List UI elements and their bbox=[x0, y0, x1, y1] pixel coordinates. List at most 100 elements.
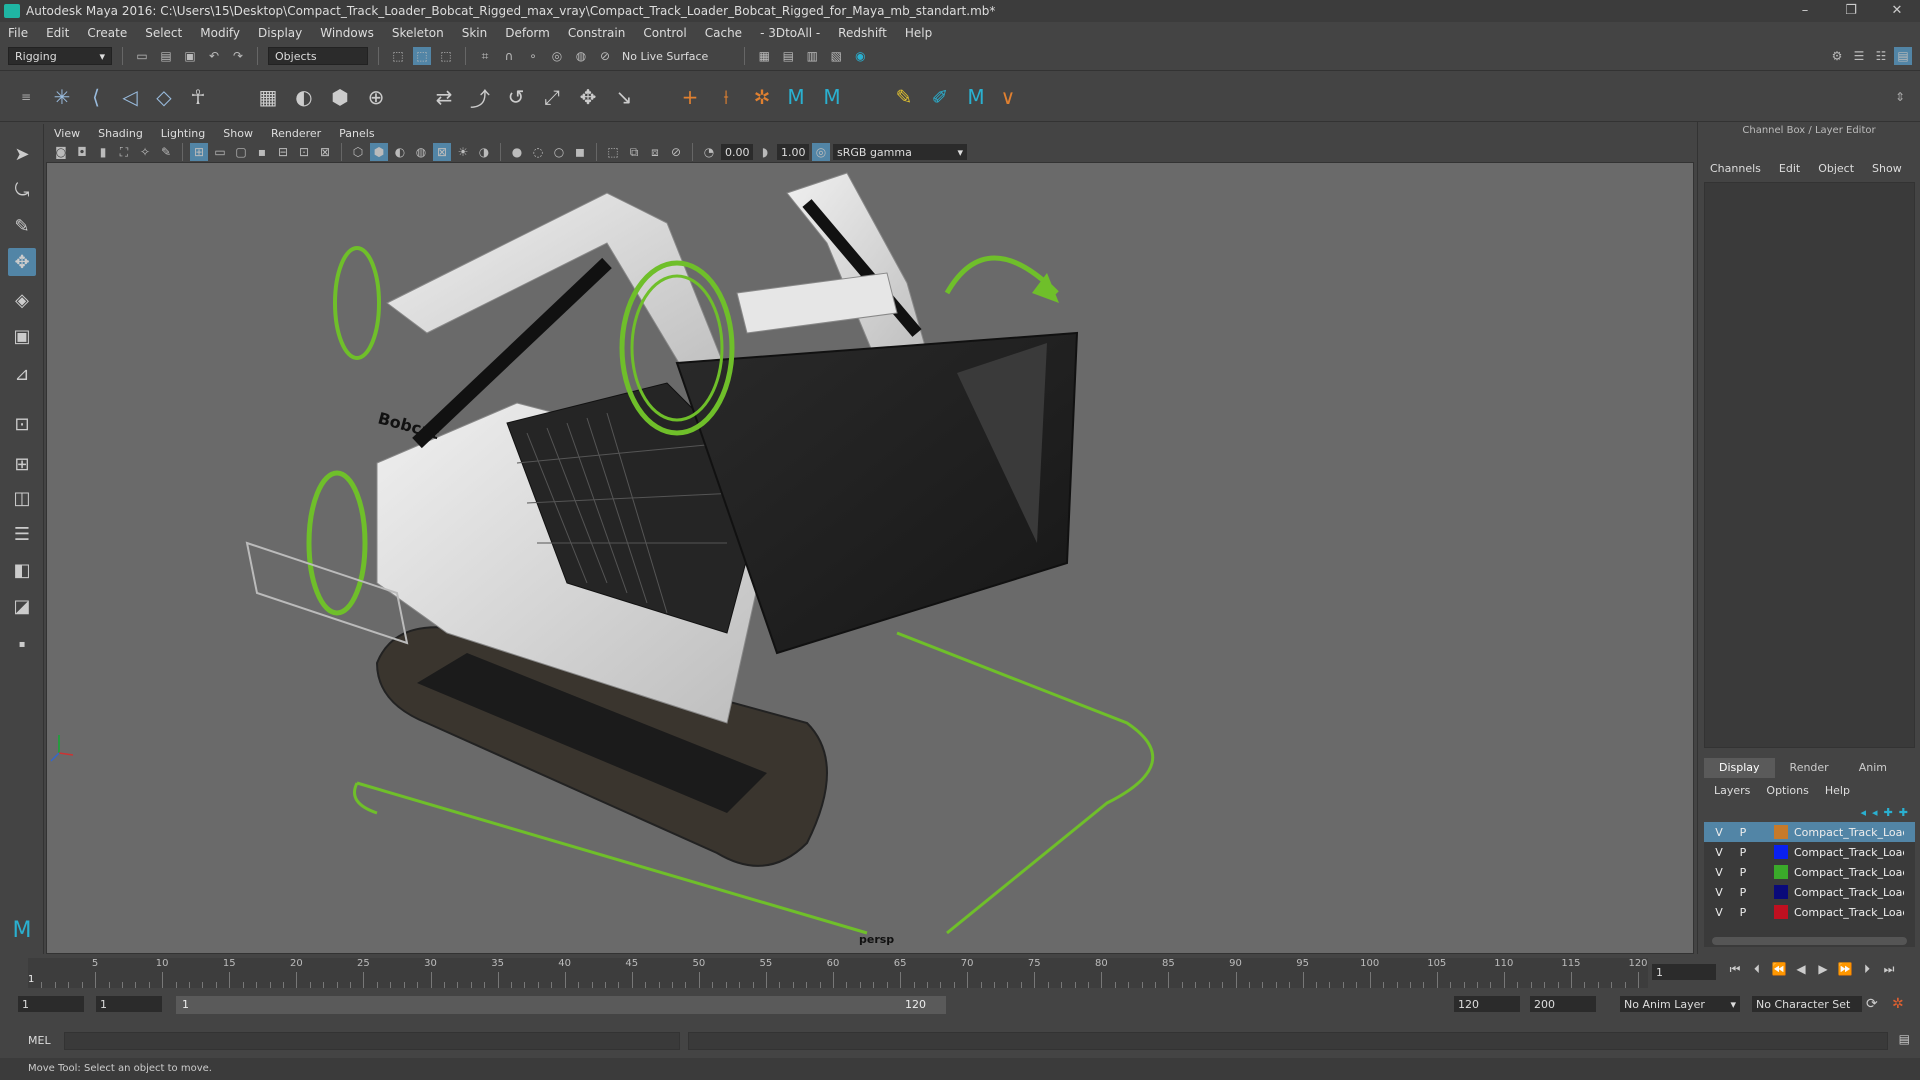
layers-menu[interactable]: Layers bbox=[1714, 784, 1750, 797]
visibility-toggle[interactable]: V bbox=[1712, 906, 1726, 919]
show-menu[interactable]: Show bbox=[1872, 162, 1902, 175]
menu-display[interactable]: Display bbox=[258, 26, 302, 40]
menu-edit[interactable]: Edit bbox=[46, 26, 69, 40]
step-back-key-icon[interactable]: ⏪ bbox=[1770, 962, 1788, 977]
wrap-deformer-icon[interactable]: ⊕ bbox=[362, 83, 390, 111]
track-rotate-controller[interactable] bbox=[306, 470, 368, 616]
snap-surface-icon[interactable]: ◍ bbox=[572, 47, 590, 65]
select-hierarchy-icon[interactable]: ⬚ bbox=[389, 47, 407, 65]
grid-toggle-icon[interactable]: ⊞ bbox=[190, 143, 208, 161]
auto-key-icon[interactable]: ⟳ bbox=[1866, 996, 1878, 1012]
menu-constrain[interactable]: Constrain bbox=[568, 26, 626, 40]
list-item[interactable]: V P Compact_Track_Loader_Bobcat bbox=[1704, 902, 1915, 922]
bind-skin-icon[interactable]: ▦ bbox=[254, 83, 282, 111]
single-view-icon[interactable]: ⊡ bbox=[8, 410, 36, 438]
channel-list[interactable] bbox=[1704, 182, 1915, 748]
save-scene-icon[interactable]: ▣ bbox=[181, 47, 199, 65]
restore-button[interactable]: ❐ bbox=[1828, 0, 1874, 22]
new-scene-icon[interactable]: ▭ bbox=[133, 47, 151, 65]
hypershade-icon[interactable]: ◉ bbox=[851, 47, 869, 65]
menu-windows[interactable]: Windows bbox=[320, 26, 374, 40]
lattice-icon[interactable]: ⬢ bbox=[326, 83, 354, 111]
new-layer-selected-icon[interactable]: ✚ bbox=[1899, 806, 1908, 819]
textured-icon[interactable]: ⊠ bbox=[433, 143, 451, 161]
minimize-button[interactable]: – bbox=[1782, 0, 1828, 22]
color-space-dropdown[interactable]: sRGB gamma ▾ bbox=[833, 144, 967, 160]
arm-rotate-controller[interactable] bbox=[333, 246, 381, 360]
multisample-aa-icon[interactable]: ○ bbox=[550, 143, 568, 161]
safe-title-icon[interactable]: ⊠ bbox=[316, 143, 334, 161]
shelf-menu-icon[interactable]: ≡ bbox=[12, 83, 40, 111]
anim-layer-dropdown[interactable]: No Anim Layer ▾ bbox=[1620, 996, 1740, 1012]
outliner-layout-icon[interactable]: ☰ bbox=[8, 520, 36, 548]
play-forward-icon[interactable]: ▶ bbox=[1814, 962, 1832, 977]
snap-point-icon[interactable]: ∘ bbox=[524, 47, 542, 65]
visibility-toggle[interactable]: V bbox=[1712, 846, 1726, 859]
paint-weights-icon[interactable]: ◐ bbox=[290, 83, 318, 111]
viewport-persp[interactable]: Bobcat persp bbox=[46, 162, 1694, 954]
shadows-icon[interactable]: ◑ bbox=[475, 143, 493, 161]
select-tool-icon[interactable]: ➤ bbox=[8, 140, 36, 168]
visibility-toggle[interactable]: V bbox=[1712, 886, 1726, 899]
camera-attributes-icon[interactable]: ◘ bbox=[73, 143, 91, 161]
layer-color-swatch[interactable] bbox=[1774, 865, 1788, 879]
snap-grid-icon[interactable]: ⌗ bbox=[476, 47, 494, 65]
panel-menu-panels[interactable]: Panels bbox=[339, 127, 374, 140]
playback-toggle[interactable]: P bbox=[1736, 906, 1750, 919]
render-view-icon[interactable]: ▦ bbox=[755, 47, 773, 65]
field-chart-icon[interactable]: ⊟ bbox=[274, 143, 292, 161]
lasso-tool-icon[interactable]: ⤿ bbox=[8, 176, 36, 204]
humanik-icon[interactable]: ☥ bbox=[184, 83, 212, 111]
image-plane-icon[interactable]: ⛶ bbox=[115, 143, 133, 161]
layer-list-scrollbar[interactable] bbox=[1712, 937, 1907, 945]
channel-box-toggle-icon[interactable]: ▤ bbox=[1894, 47, 1912, 65]
layer-color-swatch[interactable] bbox=[1774, 905, 1788, 919]
resolution-gate-icon[interactable]: ▢ bbox=[232, 143, 250, 161]
insert-joint-icon[interactable]: ◇ bbox=[150, 83, 178, 111]
tab-render[interactable]: Render bbox=[1775, 758, 1844, 778]
orient-constraint-icon[interactable]: ↺ bbox=[502, 83, 530, 111]
list-item[interactable]: V P Compact_Track_Loader_Bobcat bbox=[1704, 822, 1915, 842]
visibility-toggle[interactable]: V bbox=[1712, 866, 1726, 879]
layer-color-swatch[interactable] bbox=[1774, 885, 1788, 899]
tool-settings-icon[interactable]: ☷ bbox=[1872, 47, 1890, 65]
menu-skeleton[interactable]: Skeleton bbox=[392, 26, 444, 40]
graph-layout-icon[interactable]: ◧ bbox=[8, 556, 36, 584]
snap-view-icon[interactable]: ◎ bbox=[548, 47, 566, 65]
set-key-icon[interactable]: ⟊ bbox=[712, 83, 740, 111]
maya-home-icon[interactable]: M bbox=[8, 916, 36, 944]
time-slider-track[interactable]: 5 10 15 20 25 30 35 40 45 50 55 60 65 70 75 80 85 90 95 100… bbox=[28, 958, 1648, 988]
panel-menu-shading[interactable]: Shading bbox=[98, 127, 143, 140]
panel-menu-show[interactable]: Show bbox=[223, 127, 253, 140]
render-frame-icon[interactable]: ▤ bbox=[779, 47, 797, 65]
grease-pencil-icon[interactable]: ✎ bbox=[157, 143, 175, 161]
menu-3dtoall[interactable]: - 3DtoAll - bbox=[760, 26, 820, 40]
screen-space-ao-icon[interactable]: ● bbox=[508, 143, 526, 161]
tab-anim[interactable]: Anim bbox=[1844, 758, 1902, 778]
step-forward-icon[interactable]: ⏵ bbox=[1858, 962, 1876, 977]
exposure-icon[interactable]: ◔ bbox=[700, 143, 718, 161]
motion-blur-icon[interactable]: ◌ bbox=[529, 143, 547, 161]
command-input[interactable] bbox=[64, 1032, 680, 1050]
playback-toggle[interactable]: P bbox=[1736, 846, 1750, 859]
script-editor-icon[interactable]: ▤ bbox=[1899, 1032, 1910, 1046]
menu-create[interactable]: Create bbox=[87, 26, 127, 40]
move-layer-up-icon[interactable]: ◂ bbox=[1861, 806, 1867, 819]
cluster-icon[interactable]: ✲ bbox=[748, 83, 776, 111]
script-language-label[interactable]: MEL bbox=[28, 1034, 51, 1047]
playback-toggle[interactable]: P bbox=[1736, 886, 1750, 899]
current-frame-field[interactable]: 1 bbox=[1652, 964, 1716, 980]
shelf-scroll-icon[interactable]: ⇕ bbox=[1886, 83, 1914, 111]
exposure-field[interactable]: 0.00 bbox=[721, 144, 753, 160]
safe-action-icon[interactable]: ⊡ bbox=[295, 143, 313, 161]
rotate-tool-icon[interactable]: ◈ bbox=[8, 286, 36, 314]
select-component-icon[interactable]: ⬚ bbox=[437, 47, 455, 65]
joint-tool-icon[interactable]: ✳ bbox=[48, 83, 76, 111]
list-item[interactable]: V P Compact_Track_Loader_Bobcat bbox=[1704, 842, 1915, 862]
menu-cache[interactable]: Cache bbox=[705, 26, 742, 40]
four-view-icon[interactable]: ⊞ bbox=[8, 450, 36, 478]
anim-prefs-icon[interactable]: ✲ bbox=[1892, 996, 1904, 1012]
layer-color-swatch[interactable] bbox=[1774, 845, 1788, 859]
playback-toggle[interactable]: P bbox=[1736, 826, 1750, 839]
panel-menu-lighting[interactable]: Lighting bbox=[161, 127, 205, 140]
